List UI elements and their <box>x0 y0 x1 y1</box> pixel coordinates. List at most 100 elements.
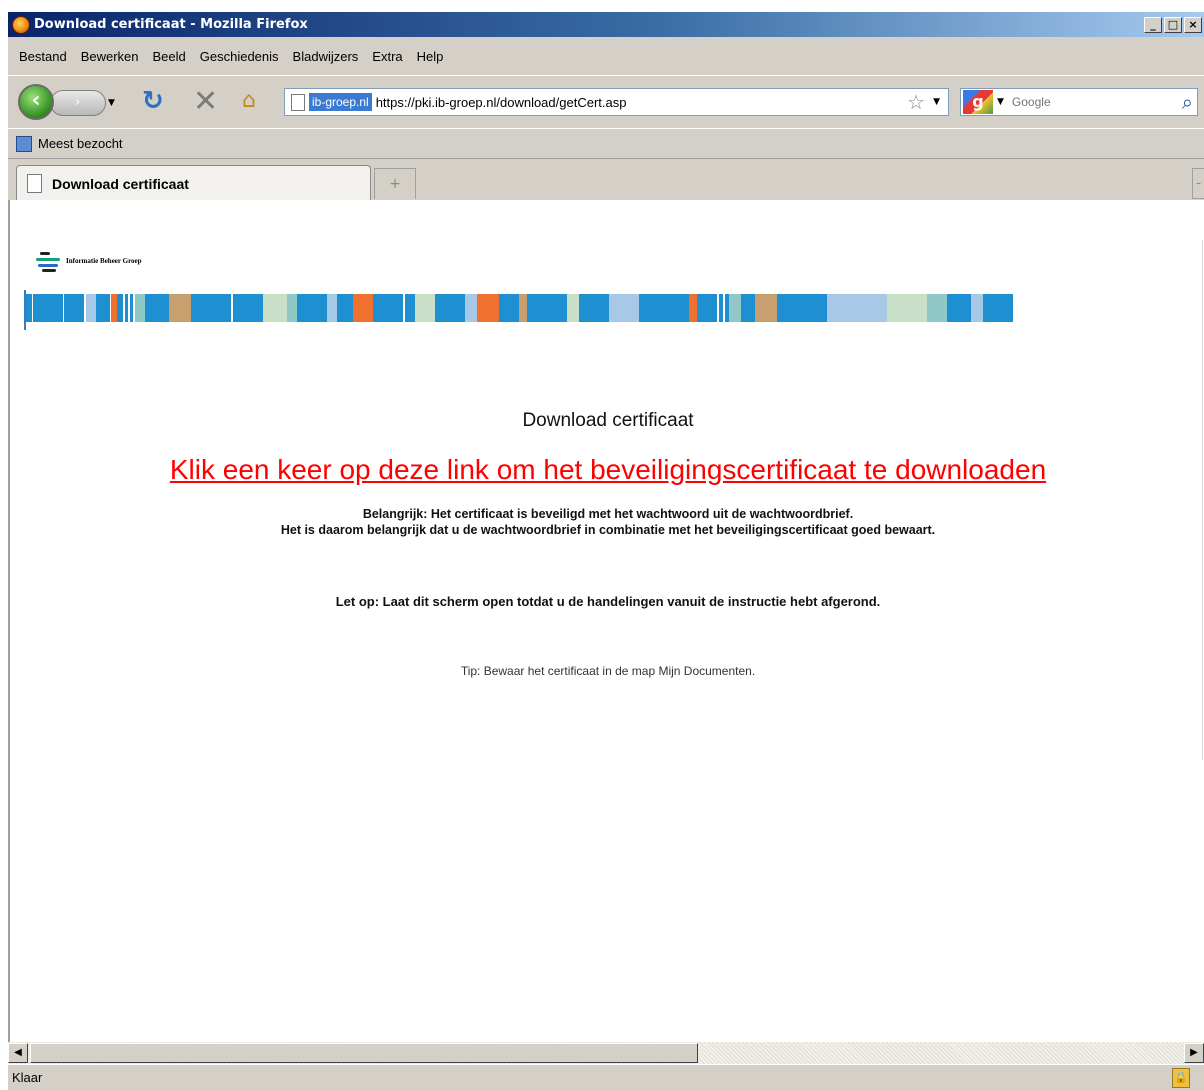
bookmark-folder-icon <box>16 135 32 152</box>
stripe-segment <box>609 294 639 322</box>
page-content: Informatie Beheer Groep Download certifi… <box>8 200 1204 1042</box>
history-dropdown-icon[interactable]: ▼ <box>108 98 115 108</box>
menu-help[interactable]: Help <box>417 49 444 64</box>
important-line-1: Belangrijk: Het certificaat is beveiligd… <box>362 507 854 521</box>
reload-icon[interactable]: ↻ <box>142 86 164 116</box>
stripe-segment <box>579 294 609 322</box>
stripe-segment <box>327 294 337 322</box>
page-title: Download certificaat <box>522 410 694 431</box>
stop-icon[interactable]: ✕ <box>193 84 218 119</box>
ib-groep-logo: Informatie Beheer Groep <box>34 248 142 274</box>
menu-bladwijzers[interactable]: Bladwijzers <box>293 49 359 64</box>
logo-text: Informatie Beheer Groep <box>66 257 142 265</box>
stripe-segment <box>287 294 297 322</box>
close-button[interactable]: × <box>1184 16 1202 33</box>
stripe-segment <box>263 294 287 322</box>
menu-bewerken[interactable]: Bewerken <box>81 49 139 64</box>
forward-arrow-icon: › <box>75 95 81 110</box>
stripe-segment <box>971 294 983 322</box>
google-icon[interactable]: g <box>963 90 993 114</box>
scroll-right-icon[interactable]: ▶ <box>1184 1043 1204 1063</box>
stripe-segment <box>415 294 435 322</box>
scroll-left-icon[interactable]: ◀ <box>8 1043 28 1063</box>
stripe-segment <box>465 294 477 322</box>
horizontal-scrollbar[interactable]: ◀ ▶ <box>8 1042 1204 1064</box>
logo-mark-icon <box>34 248 64 274</box>
page-icon <box>27 174 42 193</box>
stripe-segment <box>233 294 263 322</box>
stripe-segment <box>729 294 741 322</box>
tab-label: Download certificaat <box>52 175 189 192</box>
page-icon <box>291 93 305 111</box>
window-title: Download certificaat - Mozilla Firefox <box>34 17 308 32</box>
navigation-toolbar: › ‹ ▼ ↻ ✕ ⌂ ib-groep.nl https://pki.ib-g… <box>8 75 1204 128</box>
stripe-segment <box>983 294 1013 322</box>
stripe-segment <box>927 294 947 322</box>
stripe-segment <box>353 294 373 322</box>
stripe-segment <box>86 294 96 322</box>
download-certificate-link[interactable]: Klik een keer op deze link om het beveil… <box>10 454 1204 486</box>
stripe-segment <box>33 294 63 322</box>
forward-button[interactable]: › <box>50 90 106 116</box>
scrollbar-thumb[interactable] <box>30 1043 698 1063</box>
search-engine-dropdown-icon[interactable]: ▼ <box>997 97 1004 107</box>
padlock-icon[interactable]: 🔒 <box>1172 1067 1190 1088</box>
stripe-segment <box>297 294 327 322</box>
menu-bestand[interactable]: Bestand <box>19 49 67 64</box>
menubar: Bestand Bewerken Beeld Geschiedenis Blad… <box>8 37 1204 75</box>
bookmark-star-icon[interactable]: ☆ <box>907 90 925 114</box>
stripe-segment <box>639 294 689 322</box>
home-icon[interactable]: ⌂ <box>242 88 256 113</box>
stripe-segment <box>567 294 579 322</box>
stripe-segment <box>689 294 697 322</box>
stripe-segment <box>169 294 191 322</box>
search-input[interactable] <box>1007 95 1182 109</box>
decorative-color-stripe <box>26 294 1204 322</box>
tab-list-icon[interactable]: – <box>1192 168 1204 199</box>
back-button[interactable]: ‹ <box>18 84 54 120</box>
stripe-segment <box>755 294 777 322</box>
keep-open-notice: Let op: Laat dit scherm open totdat u de… <box>335 594 881 609</box>
site-identity-button[interactable]: ib-groep.nl <box>309 93 372 111</box>
stripe-segment <box>135 294 145 322</box>
tip-text: Tip: Bewaar het certificaat in de map Mi… <box>460 664 756 678</box>
important-notice: Belangrijk: Het certificaat is beveiligd… <box>10 506 1204 538</box>
search-icon[interactable]: ⌕ <box>1182 90 1193 114</box>
stripe-segment <box>145 294 169 322</box>
bookmark-meest-bezocht[interactable]: Meest bezocht <box>38 136 123 151</box>
stripe-segment <box>947 294 971 322</box>
tab-bar: Download certificaat + – <box>8 158 1204 201</box>
url-bar[interactable]: ib-groep.nl https://pki.ib-groep.nl/down… <box>284 88 949 116</box>
window-controls: _ □ × <box>1144 16 1202 33</box>
stripe-segment <box>477 294 499 322</box>
stripe-segment <box>827 294 887 322</box>
stripe-segment <box>519 294 527 322</box>
stripe-segment <box>527 294 567 322</box>
stripe-segment <box>191 294 231 322</box>
stripe-segment <box>741 294 755 322</box>
stripe-segment <box>697 294 717 322</box>
stripe-segment <box>337 294 353 322</box>
stripe-segment <box>499 294 519 322</box>
status-text: Klaar <box>12 1070 43 1085</box>
minimize-button[interactable]: _ <box>1144 16 1162 33</box>
menu-extra[interactable]: Extra <box>372 49 402 64</box>
url-input[interactable]: https://pki.ib-groep.nl/download/getCert… <box>376 95 907 110</box>
status-bar: Klaar 🔒 <box>8 1064 1204 1090</box>
stripe-segment <box>64 294 84 322</box>
stripe-segment <box>373 294 403 322</box>
tab-download-certificaat[interactable]: Download certificaat <box>16 165 371 201</box>
menu-beeld[interactable]: Beeld <box>153 49 186 64</box>
stripe-segment <box>887 294 927 322</box>
menu-geschiedenis[interactable]: Geschiedenis <box>200 49 279 64</box>
stripe-segment <box>777 294 827 322</box>
maximize-button[interactable]: □ <box>1164 16 1182 33</box>
stripe-segment <box>96 294 110 322</box>
url-dropdown-icon[interactable]: ▼ <box>933 97 940 107</box>
back-arrow-icon: ‹ <box>31 88 41 113</box>
new-tab-button[interactable]: + <box>374 168 416 199</box>
firefox-icon <box>12 15 30 34</box>
search-bar[interactable]: g ▼ ⌕ <box>960 88 1198 116</box>
window-titlebar: Download certificaat - Mozilla Firefox _… <box>8 12 1204 37</box>
stripe-segment <box>435 294 465 322</box>
